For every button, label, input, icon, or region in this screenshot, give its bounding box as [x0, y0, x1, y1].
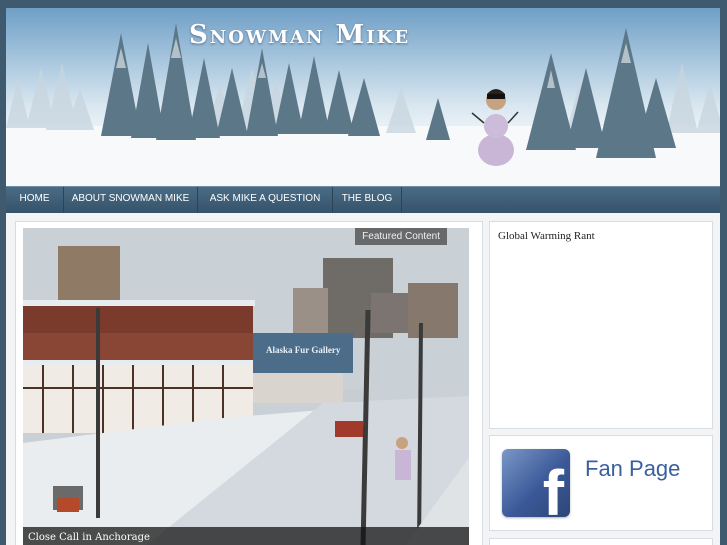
featured-content-box: Alaska Fur Gallery Featured Content Clos… [15, 221, 483, 545]
main-content: Alaska Fur Gallery Featured Content Clos… [6, 213, 720, 545]
nav-item-ask[interactable]: ASK MIKE A QUESTION [198, 187, 333, 213]
global-warming-rant-link[interactable]: Global Warming Rant [498, 230, 595, 242]
featured-image[interactable]: Alaska Fur Gallery Featured Content Clos… [23, 228, 469, 545]
fur-gallery-sign: Alaska Fur Gallery [266, 345, 341, 355]
nav-item-about[interactable]: ABOUT SNOWMAN MIKE [64, 187, 198, 213]
fan-page-label[interactable]: Fan Page [585, 456, 680, 482]
header-banner: Snowman Mike [6, 8, 720, 186]
sidebar-box-bottom [489, 538, 713, 545]
page-frame: Snowman Mike HOME ABOUT SNOWMAN MIKE ASK… [6, 8, 720, 545]
anchorage-street-photo: Alaska Fur Gallery [23, 228, 469, 545]
featured-caption[interactable]: Close Call in Anchorage [23, 527, 469, 545]
facebook-icon[interactable]: f [502, 449, 570, 517]
main-nav: HOME ABOUT SNOWMAN MIKE ASK MIKE A QUEST… [6, 186, 720, 213]
sidebar-box: Global Warming Rant [489, 221, 713, 429]
nav-item-home[interactable]: HOME [6, 187, 64, 213]
featured-content-tag: Featured Content [355, 228, 447, 245]
site-title[interactable]: Snowman Mike [189, 20, 410, 50]
fan-page-box[interactable]: f Fan Page [489, 435, 713, 531]
nav-item-blog[interactable]: THE BLOG [333, 187, 402, 213]
